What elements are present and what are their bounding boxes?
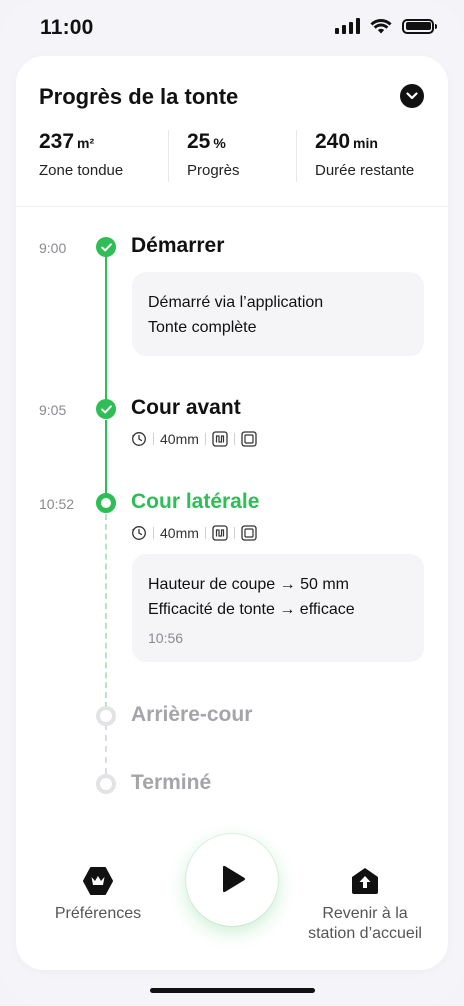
start-mowing-button[interactable] <box>186 834 278 926</box>
stat-divider <box>296 130 297 182</box>
return-to-dock-label: Revenir à la station d’accueil <box>308 905 422 942</box>
status-icons <box>335 18 437 34</box>
preferences-icon <box>83 867 113 895</box>
meta-separator <box>204 527 206 539</box>
step-title: Démarrer <box>131 234 225 257</box>
step-time: 10:52 <box>39 496 75 512</box>
step-title: Arrière-cour <box>131 703 253 726</box>
zigzag-pattern-icon <box>212 525 228 541</box>
meta-separator <box>153 527 154 539</box>
cut-height-value: 40mm <box>160 431 199 447</box>
play-icon <box>223 865 246 893</box>
step-title: Terminé <box>131 771 212 794</box>
step-note: Hauteur de coupe → 50 mm Efficacité de t… <box>132 554 424 662</box>
phone-screen: 11:00 Progrès de la tonte 237 m² Zone ton… <box>0 0 464 1006</box>
timeline-line-done <box>105 256 107 412</box>
meta-separator <box>204 433 206 445</box>
step-pending-indicator <box>96 774 116 794</box>
meta-separator <box>233 527 235 539</box>
preferences-button[interactable]: Préférences <box>38 866 158 924</box>
timeline-line-progress <box>105 514 107 708</box>
home-indicator[interactable] <box>150 988 315 993</box>
card-title: Progrès de la tonte <box>39 84 239 109</box>
status-bar: 11:00 <box>0 0 464 56</box>
preferences-label: Préférences <box>54 905 142 922</box>
return-to-dock-button[interactable]: Revenir à la station d’accueil <box>288 866 442 944</box>
zigzag-pattern-icon <box>212 431 228 447</box>
stat-progress: 25% Progrès <box>187 130 240 179</box>
step-time: 9:05 <box>39 402 67 418</box>
cellular-signal-icon <box>335 18 360 34</box>
mowing-progress-card: Progrès de la tonte 237 m² Zone tondue 25… <box>16 56 448 970</box>
step-done-check-icon <box>96 399 116 419</box>
step-meta: 40mm <box>131 431 257 447</box>
blade-speed-icon <box>131 525 147 541</box>
timeline-line-done <box>105 420 107 500</box>
collapse-button[interactable] <box>400 84 424 108</box>
cut-height-value: 40mm <box>160 525 199 541</box>
timeline-line-pending <box>105 724 107 774</box>
step-pending-indicator <box>96 706 116 726</box>
wifi-icon <box>370 19 392 34</box>
stat-divider <box>168 130 169 182</box>
blade-speed-icon <box>131 431 147 447</box>
status-time: 11:00 <box>40 16 94 39</box>
meta-separator <box>233 433 235 445</box>
note-timestamp: 10:56 <box>148 630 184 646</box>
divider <box>16 206 448 207</box>
step-note: Démarré via l’application Tonte complète <box>132 272 424 356</box>
step-time: 9:00 <box>39 240 67 256</box>
battery-icon <box>402 18 437 34</box>
edge-mowing-icon <box>241 525 257 541</box>
chevron-down-icon <box>406 92 418 100</box>
step-meta: 40mm <box>131 525 257 541</box>
home-dock-icon <box>352 868 378 894</box>
meta-separator <box>153 433 154 445</box>
stats-row: 237 m² Zone tondue 25% Progrès 240 min Dur… <box>16 130 448 186</box>
step-title: Cour avant <box>131 396 241 419</box>
step-done-check-icon <box>96 237 116 257</box>
stat-remaining-time: 240 min Durée restante <box>315 130 415 179</box>
step-title-active: Cour latérale <box>131 490 260 513</box>
stat-mowed-area: 237 m² Zone tondue <box>39 130 124 179</box>
step-active-indicator <box>96 493 116 513</box>
edge-mowing-icon <box>241 431 257 447</box>
